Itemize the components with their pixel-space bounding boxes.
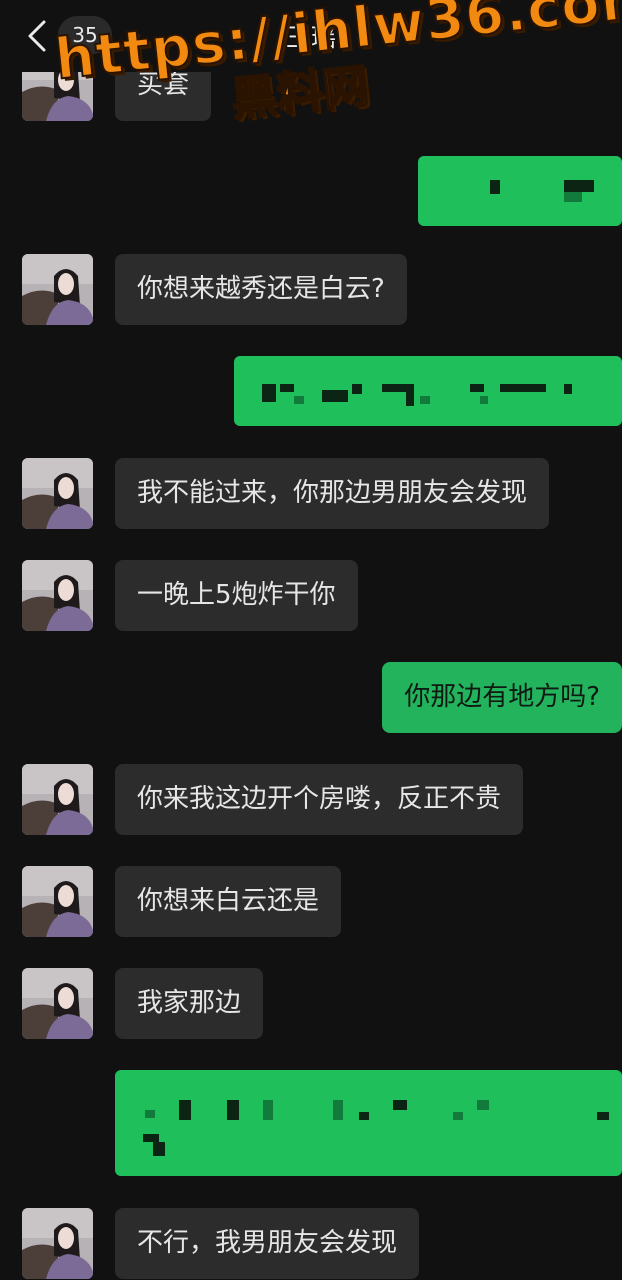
contact-avatar[interactable] (22, 866, 93, 937)
message-text: 你那边有地方吗? (404, 682, 600, 712)
incoming-message[interactable]: 你想来越秀还是白云? (115, 254, 407, 325)
message-text: 你想来白云还是 (137, 886, 320, 916)
contact-avatar[interactable] (22, 458, 93, 529)
message-text: 买套 (137, 70, 190, 100)
outgoing-message[interactable]: 你那边有地方吗? (382, 662, 622, 733)
outgoing-message-redacted[interactable] (234, 356, 622, 426)
contact-avatar[interactable] (22, 968, 93, 1039)
incoming-message[interactable]: 不行，我男朋友会发现 (115, 1208, 420, 1279)
contact-avatar[interactable] (22, 560, 93, 631)
chat-header: 35 王瑶 (0, 0, 622, 72)
chat-title: 王瑶 (285, 23, 336, 52)
message-text: 我不能过来，你那边男朋友会发现 (137, 478, 528, 508)
message-text: 一晚上5炮炸干你 (137, 580, 336, 610)
contact-avatar[interactable] (22, 254, 93, 325)
incoming-message[interactable]: 你来我这边开个房喽，反正不贵 (115, 764, 524, 835)
message-text: 不行，我男朋友会发现 (137, 1228, 398, 1258)
contact-avatar[interactable] (22, 764, 93, 835)
message-text: 你想来越秀还是白云? (137, 274, 385, 304)
message-text: 我家那边 (137, 988, 242, 1018)
incoming-message[interactable]: 我家那边 (115, 968, 264, 1039)
incoming-message[interactable]: 你想来白云还是 (115, 866, 342, 937)
incoming-message[interactable]: 我不能过来，你那边男朋友会发现 (115, 458, 550, 529)
outgoing-message-redacted[interactable] (418, 156, 622, 226)
outgoing-message-redacted[interactable] (115, 1070, 622, 1176)
contact-avatar[interactable] (22, 1208, 93, 1279)
message-text: 你来我这边开个房喽，反正不贵 (137, 784, 502, 814)
incoming-message[interactable]: 一晚上5炮炸干你 (115, 560, 358, 631)
